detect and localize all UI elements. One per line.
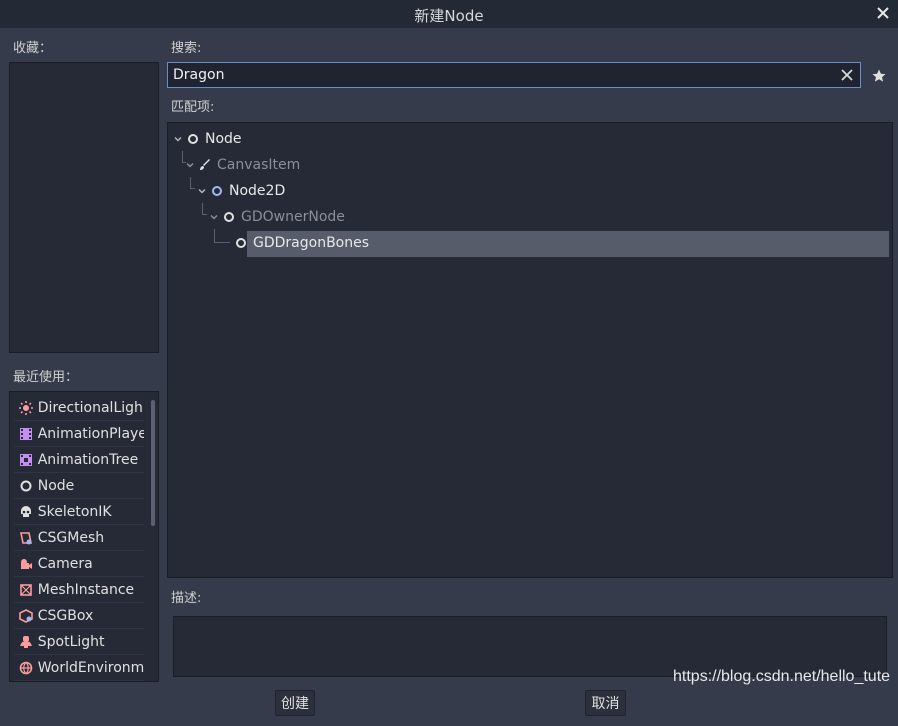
- recent-item-label: CSGMesh: [37, 529, 105, 546]
- brush-icon: [198, 158, 212, 172]
- search-input[interactable]: [173, 66, 813, 84]
- recent-item-animationtree[interactable]: AnimationTree: [14, 447, 144, 473]
- matches-label: 匹配项:: [171, 100, 215, 115]
- directional-light-icon: [18, 400, 34, 416]
- recent-item-worldenvironment[interactable]: WorldEnvironm: [14, 655, 144, 681]
- clear-search-button[interactable]: [838, 66, 856, 84]
- tree-item-label: GDOwnerNode: [241, 209, 345, 225]
- description-label: 描述:: [171, 591, 202, 606]
- world-environment-icon: [18, 660, 34, 676]
- cancel-button[interactable]: 取消: [585, 690, 626, 716]
- node-icon: [234, 236, 248, 250]
- recent-item-label: SkeletonIK: [37, 503, 112, 520]
- recent-item-label: Node: [37, 477, 75, 494]
- recent-item-spotlight[interactable]: SpotLight: [14, 629, 144, 655]
- tree-guide: [190, 177, 195, 189]
- title-bar: 新建Node: [0, 0, 898, 28]
- recent-item-label: SpotLight: [37, 633, 105, 650]
- recent-item-csgbox[interactable]: CSGBox: [14, 603, 144, 629]
- tree-item-label: Node2D: [229, 183, 286, 199]
- recent-scrollbar[interactable]: [151, 400, 155, 526]
- matches-tree[interactable]: Node CanvasItem Node2D GDOwnerNode GDDra…: [167, 122, 893, 578]
- recent-item-label: AnimationTree: [37, 451, 139, 468]
- tree-item-node[interactable]: Node: [172, 127, 242, 151]
- recent-item-label: AnimationPlaye: [37, 425, 144, 442]
- camera-icon: [18, 556, 34, 572]
- csg-box-icon: [18, 608, 34, 624]
- close-icon: [877, 7, 889, 19]
- node-icon: [222, 210, 236, 224]
- tree-item-label: Node: [205, 131, 242, 147]
- recent-item-label: CSGBox: [37, 607, 94, 624]
- recent-label: 最近使用：: [13, 370, 79, 385]
- chevron-down-icon[interactable]: [196, 185, 208, 197]
- tree-item-canvasitem[interactable]: CanvasItem: [184, 153, 300, 177]
- node-icon: [18, 478, 34, 494]
- favorite-button[interactable]: [869, 66, 889, 86]
- tree-guide: [202, 203, 207, 215]
- watermark: https://blog.csdn.net/hello_tute: [673, 668, 891, 685]
- node2d-icon: [210, 184, 224, 198]
- recent-item-label: DirectionalLigh: [37, 399, 143, 416]
- close-icon: [841, 69, 853, 81]
- window-title: 新建Node: [414, 7, 484, 25]
- tree-item-label: GDDragonBones: [253, 235, 370, 251]
- recent-item-csgmesh[interactable]: CSGMesh: [14, 525, 144, 551]
- create-node-dialog: 收藏： 最近使用： DirectionalLigh AnimationPlaye…: [0, 28, 898, 726]
- recent-item-camera[interactable]: Camera: [14, 551, 144, 577]
- close-button[interactable]: [872, 1, 894, 25]
- tree-item-label: CanvasItem: [217, 157, 301, 173]
- search-label: 搜索:: [171, 41, 202, 56]
- recent-item-label: MeshInstance: [37, 581, 135, 598]
- tree-item-node2d[interactable]: Node2D: [196, 179, 285, 203]
- recent-item-meshinstance[interactable]: MeshInstance: [14, 577, 144, 603]
- favorites-label: 收藏：: [13, 41, 53, 56]
- favorites-list[interactable]: [9, 62, 159, 353]
- recent-item-skeletonik[interactable]: SkeletonIK: [14, 499, 144, 525]
- tree-item-gddragonbones[interactable]: GDDragonBones: [232, 231, 369, 255]
- tree-guide: [214, 229, 230, 243]
- skeleton-ik-icon: [18, 504, 34, 520]
- search-box[interactable]: [167, 62, 861, 88]
- chevron-down-icon[interactable]: [184, 159, 196, 171]
- mesh-instance-icon: [18, 582, 34, 598]
- spot-light-icon: [18, 634, 34, 650]
- chevron-down-icon[interactable]: [172, 133, 184, 145]
- csg-mesh-icon: [18, 530, 34, 546]
- recent-item-node[interactable]: Node: [14, 473, 144, 499]
- node-icon: [186, 132, 200, 146]
- recent-list[interactable]: DirectionalLigh AnimationPlaye Animation…: [9, 391, 159, 682]
- create-button[interactable]: 创建: [275, 690, 315, 716]
- recent-item-label: Camera: [37, 555, 93, 572]
- chevron-down-icon[interactable]: [208, 211, 220, 223]
- tree-item-gdownernode[interactable]: GDOwnerNode: [208, 205, 345, 229]
- recent-item-label: WorldEnvironm: [37, 659, 144, 676]
- recent-item-animationplayer[interactable]: AnimationPlaye: [14, 421, 144, 447]
- star-icon: [872, 69, 886, 82]
- recent-item-directionallight[interactable]: DirectionalLigh: [14, 395, 144, 421]
- animation-tree-icon: [18, 452, 34, 468]
- animation-player-icon: [18, 426, 34, 442]
